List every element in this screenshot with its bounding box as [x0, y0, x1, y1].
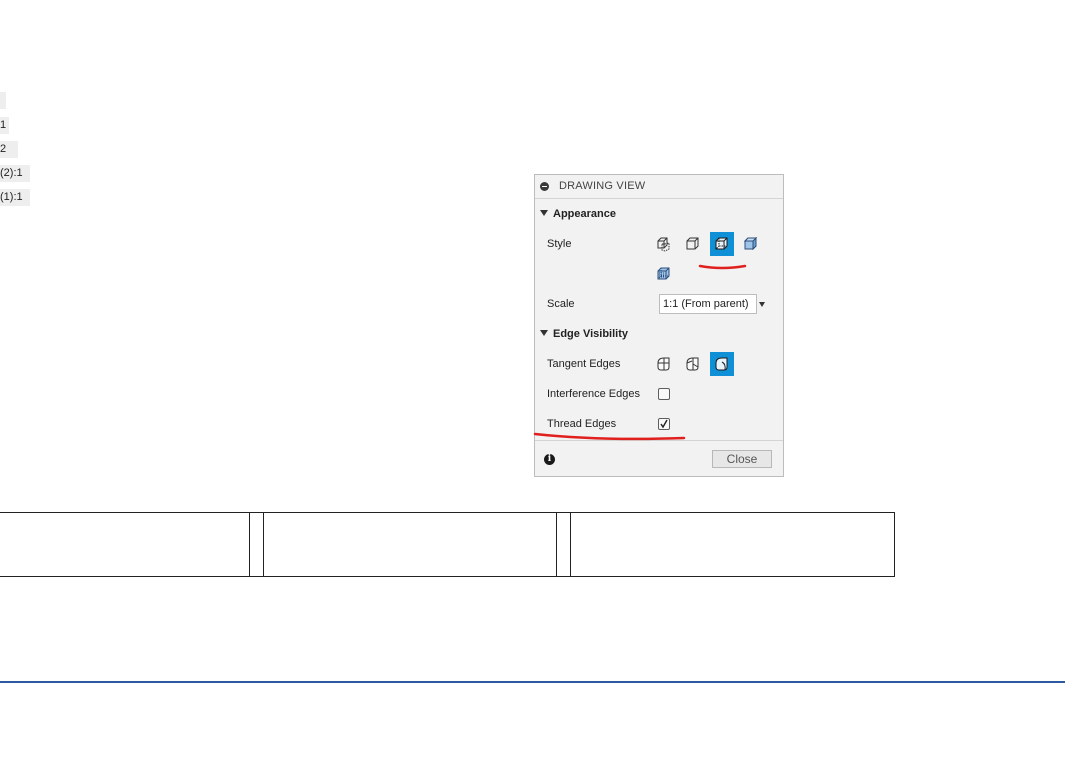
title-block-cell — [556, 512, 571, 577]
appearance-section-toggle[interactable]: Appearance — [540, 208, 616, 220]
close-button[interactable]: Close — [712, 450, 772, 468]
tangent-edges-on-icon[interactable] — [681, 352, 705, 376]
list-item[interactable]: 2 — [0, 141, 18, 158]
scale-label: Scale — [547, 298, 575, 310]
title-block-cell — [0, 512, 250, 577]
scale-select[interactable]: 1:1 (From parent) — [659, 294, 757, 314]
list-item[interactable]: (2):1 — [0, 165, 30, 182]
visible-edges-icon[interactable] — [681, 232, 705, 256]
title-block — [0, 512, 896, 578]
checkmark-icon — [660, 419, 668, 429]
triangle-down-icon — [540, 210, 548, 216]
title-block-cell — [570, 512, 895, 577]
style-label: Style — [547, 238, 572, 250]
edge-visibility-heading: Edge Visibility — [553, 328, 628, 340]
shaded-with-hidden-edges-icon[interactable] — [710, 232, 734, 256]
list-item[interactable]: 1 — [0, 117, 9, 134]
edge-visibility-section-toggle[interactable]: Edge Visibility — [540, 328, 628, 340]
collapse-icon[interactable] — [540, 182, 549, 191]
shaded-hidden-edges-icon[interactable] — [652, 262, 676, 286]
thread-edges-label: Thread Edges — [547, 418, 617, 430]
list-item[interactable] — [0, 92, 6, 109]
interference-edges-checkbox[interactable] — [658, 388, 670, 400]
browser-list: 1 2 (2):1 (1):1 — [0, 0, 60, 220]
panel-footer: i Close — [535, 440, 783, 477]
chevron-down-icon[interactable] — [759, 302, 765, 307]
tangent-edges-shortened-icon[interactable] — [710, 352, 734, 376]
thread-edges-checkbox[interactable] — [658, 418, 670, 430]
info-icon[interactable]: i — [544, 454, 555, 465]
tangent-edges-off-icon[interactable] — [652, 352, 676, 376]
interference-edges-label: Interference Edges — [547, 388, 640, 400]
shaded-icon[interactable] — [739, 232, 763, 256]
visible-and-hidden-edges-icon[interactable] — [652, 232, 676, 256]
appearance-heading: Appearance — [553, 208, 616, 220]
panel-title: DRAWING VIEW — [559, 180, 646, 192]
drawing-view-panel: DRAWING VIEW Appearance Style Scale 1:1 … — [534, 174, 784, 477]
tangent-edges-label: Tangent Edges — [547, 358, 621, 370]
title-block-cell — [263, 512, 557, 577]
triangle-down-icon — [540, 330, 548, 336]
sheet-border-line — [0, 681, 1065, 683]
title-block-cell — [249, 512, 264, 577]
panel-header: DRAWING VIEW — [535, 175, 783, 199]
annotation-marks — [533, 264, 747, 441]
list-item[interactable]: (1):1 — [0, 189, 30, 206]
